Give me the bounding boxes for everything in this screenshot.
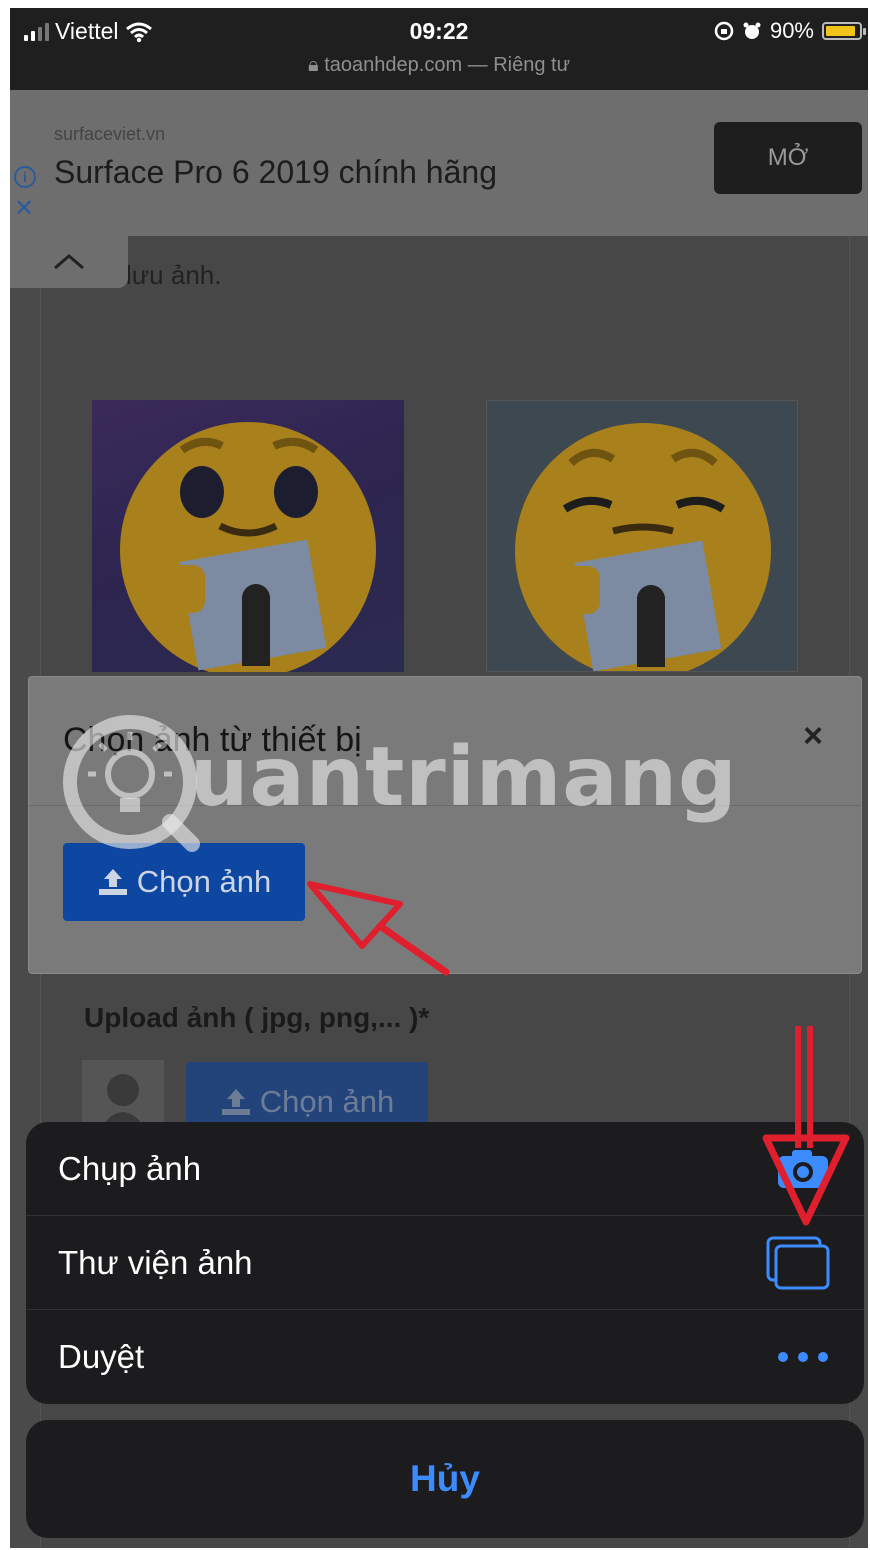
action-browse[interactable]: Duyệt [26,1310,864,1404]
action-photo-library-label: Thư viện ảnh [58,1244,253,1281]
status-bar: Viettel 09:22 90% 🔒︎ taoanhdep.com — Riê… [10,8,868,90]
camera-icon [778,1150,828,1188]
emoji-image-right[interactable] [486,400,798,672]
choose-image-modal: Chọn ảnh từ thiết bị × Chọn ảnh [28,676,862,974]
ad-domain: surfaceviet.vn [54,124,166,144]
cancel-button[interactable]: Hủy [26,1420,864,1538]
status-right: 90% [714,18,866,44]
more-icon [778,1352,828,1362]
modal-choose-image-button[interactable]: Chọn ảnh [63,843,305,921]
ad-title[interactable]: Surface Pro 6 2019 chính hãng [54,154,497,191]
battery-icon [822,22,866,40]
alarm-icon [743,22,761,39]
ad-collapse-button[interactable] [10,236,128,288]
rotation-lock-icon [714,21,734,41]
upload-choose-image-label: Chọn ảnh [259,1084,395,1119]
modal-divider [29,805,861,806]
ad-open-button[interactable]: MỞ [714,122,862,194]
page-text-fragment: lưu ảnh. [126,260,222,290]
phone-screen: Viettel 09:22 90% 🔒︎ taoanhdep.com — Riê… [10,8,868,1548]
upload-icon [98,869,127,895]
ad-close-icon[interactable]: ✕ [14,194,34,223]
action-take-photo-label: Chụp ảnh [58,1150,202,1187]
url-text: taoanhdep.com — Riêng tư [324,54,570,76]
battery-percent: 90% [769,18,814,43]
action-photo-library[interactable]: Thư viện ảnh [26,1216,864,1310]
action-browse-label: Duyệt [58,1338,145,1375]
page-url[interactable]: 🔒︎ taoanhdep.com — Riêng tư [10,54,868,77]
action-sheet: Chụp ảnh Thư viện ảnh Duyệt [26,1122,864,1404]
ad-banner[interactable]: surfaceviet.vn Surface Pro 6 2019 chính … [10,90,868,236]
ad-info-icon[interactable]: i [14,166,36,188]
lock-icon: 🔒︎ [308,54,325,76]
upload-label: Upload ảnh ( jpg, png,... )* [84,1002,430,1033]
modal-title: Chọn ảnh từ thiết bị [63,721,362,759]
action-take-photo[interactable]: Chụp ảnh [26,1122,864,1216]
modal-close-button[interactable]: × [803,717,823,756]
photo-library-icon [766,1236,830,1290]
modal-choose-image-label: Chọn ảnh [136,864,272,899]
emoji-image-left[interactable] [92,400,404,672]
chevron-up-icon [54,254,84,270]
upload-icon [221,1089,250,1115]
